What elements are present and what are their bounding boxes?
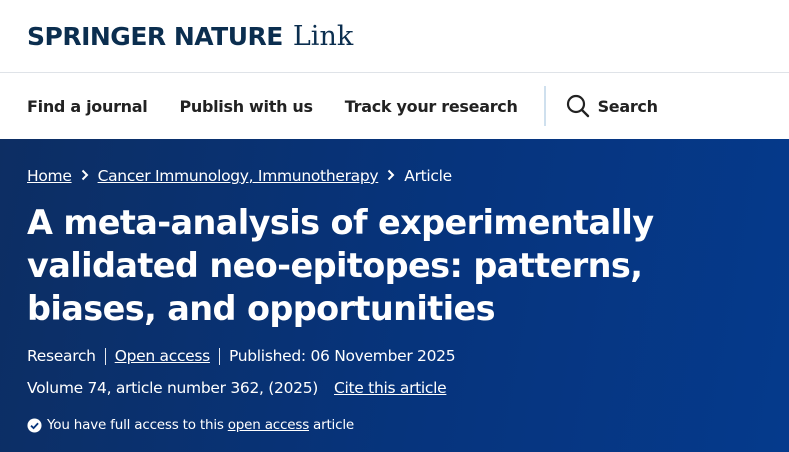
open-access-link[interactable]: Open access: [115, 347, 211, 365]
site-header: SPRINGER NATURE Link: [0, 0, 789, 73]
nav-find-journal[interactable]: Find a journal: [27, 97, 148, 116]
published-date: Published: 06 November 2025: [228, 347, 456, 365]
meta-separator: [218, 347, 220, 365]
article-meta: Research Open access Published: 06 Novem…: [27, 347, 769, 365]
access-notice: You have full access to this open access…: [27, 417, 769, 433]
article-hero: Home Cancer Immunology, Immunotherapy Ar…: [0, 139, 789, 452]
meta-separator: [104, 347, 106, 365]
chevron-right-icon: [81, 167, 89, 185]
cite-article-link[interactable]: Cite this article: [334, 379, 447, 397]
search-icon: [566, 94, 589, 118]
main-nav: Find a journal Publish with us Track you…: [0, 73, 789, 139]
article-title: A meta-analysis of experimentally valida…: [27, 203, 654, 328]
search-button[interactable]: Search: [566, 94, 658, 118]
nav-publish-with-us[interactable]: Publish with us: [179, 97, 313, 116]
breadcrumb: Home Cancer Immunology, Immunotherapy Ar…: [27, 167, 769, 185]
access-open-access-link[interactable]: open access: [228, 417, 309, 433]
logo-brand: SPRINGER NATURE: [27, 21, 283, 51]
access-prefix: You have full access to this: [47, 417, 224, 433]
search-label: Search: [597, 96, 658, 116]
breadcrumb-current: Article: [404, 167, 452, 185]
chevron-right-icon: [387, 167, 395, 185]
breadcrumb-home[interactable]: Home: [27, 167, 72, 185]
springer-nature-link-logo[interactable]: SPRINGER NATURE Link: [27, 21, 353, 52]
nav-track-research[interactable]: Track your research: [345, 97, 518, 116]
volume-info: Volume 74, article number 362, (2025): [27, 379, 318, 397]
breadcrumb-journal[interactable]: Cancer Immunology, Immunotherapy: [98, 167, 379, 185]
article-type: Research: [27, 347, 96, 365]
access-suffix: article: [313, 417, 354, 433]
logo-sub: Link: [292, 20, 354, 52]
volume-row: Volume 74, article number 362, (2025) Ci…: [27, 379, 769, 397]
nav-divider: [543, 86, 546, 126]
check-circle-icon: [27, 417, 42, 433]
